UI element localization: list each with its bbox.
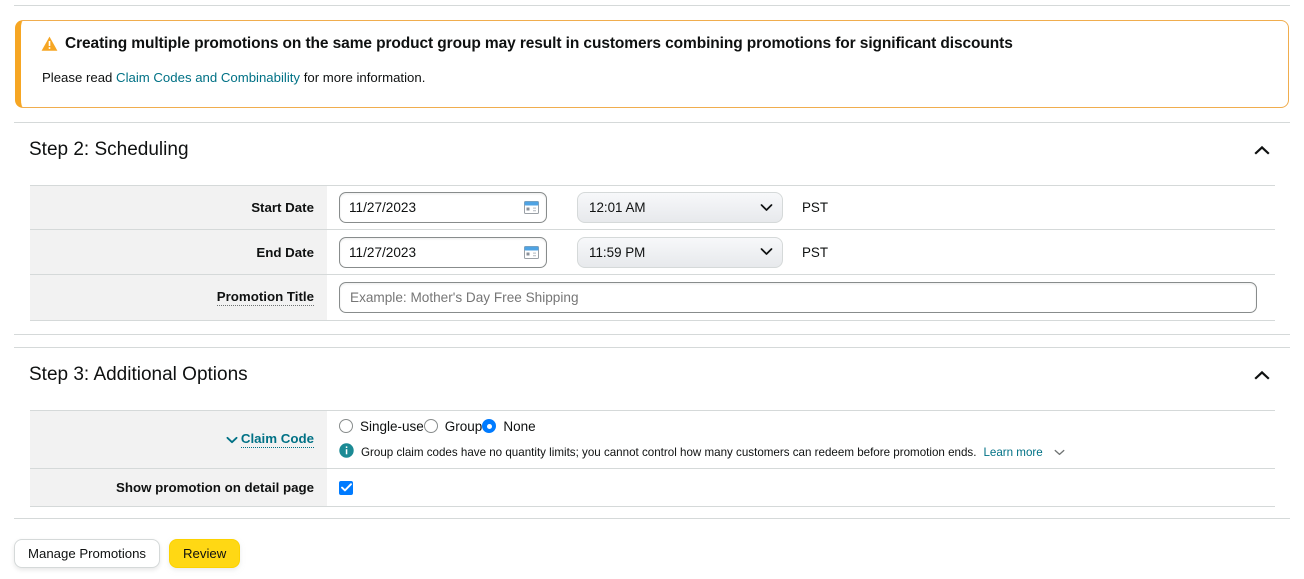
- end-date-input[interactable]: [339, 236, 547, 268]
- step2-section-header[interactable]: Step 2: Scheduling: [29, 138, 1284, 162]
- end-time-select[interactable]: 11:59 PM: [577, 236, 783, 268]
- info-circle-icon: [339, 442, 354, 462]
- end-date-field-wrap: [339, 236, 547, 268]
- claim-code-option-label: Group: [444, 418, 483, 434]
- end-date-label: End Date: [30, 230, 327, 274]
- promotion-title-row: Promotion Title: [30, 275, 1275, 320]
- claim-code-option-none[interactable]: None: [482, 418, 536, 434]
- claim-code-disclosure[interactable]: Claim Code: [226, 431, 314, 448]
- claim-code-option-label: None: [503, 418, 536, 434]
- start-timezone-label: PST: [802, 200, 829, 215]
- divider-above-step3: [14, 347, 1290, 348]
- claim-code-controls: Single-use Group None Group claim codes …: [327, 411, 1275, 468]
- radio-icon[interactable]: [423, 419, 438, 433]
- claim-code-label[interactable]: Claim Code: [30, 411, 327, 468]
- step2-form-table: Start Date 11/27/2023 12:01 AM PST End D…: [30, 185, 1275, 321]
- start-date-controls: 12:01 AM PST: [327, 186, 1275, 229]
- warning-triangle-icon: [41, 36, 58, 57]
- start-date-input[interactable]: [339, 192, 547, 223]
- warning-alert: Creating multiple promotions on the same…: [15, 20, 1289, 108]
- claim-code-option-single-use[interactable]: Single-use: [339, 419, 424, 434]
- step3-form-table: Claim Code Single-use Group None Group c…: [30, 410, 1275, 507]
- promotion-form-page: Creating multiple promotions on the same…: [0, 0, 1304, 579]
- start-date-label: Start Date: [30, 186, 327, 229]
- footer-actions: Manage Promotions Review: [14, 539, 241, 568]
- divider-below-step2: [14, 334, 1290, 335]
- claim-code-info-text: Group claim codes have no quantity limit…: [361, 445, 977, 459]
- step2-title: Step 2: Scheduling: [29, 139, 189, 160]
- radio-icon[interactable]: [339, 419, 353, 433]
- start-date-row: Start Date 11/27/2023 12:01 AM PST: [30, 186, 1275, 230]
- claim-code-option-label: Single-use: [360, 418, 424, 434]
- chevron-down-icon[interactable]: [1054, 445, 1065, 460]
- claim-code-info-note: Group claim codes have no quantity limit…: [339, 442, 1065, 462]
- claim-code-label-text: Claim Code: [240, 431, 314, 448]
- chevron-down-icon: [226, 432, 238, 447]
- chevron-up-icon[interactable]: [1253, 366, 1271, 384]
- claim-code-row: Claim Code Single-use Group None Group c…: [30, 411, 1275, 469]
- promotion-title-input[interactable]: [339, 282, 1257, 313]
- show-on-detail-row: Show promotion on detail page: [30, 469, 1275, 506]
- warning-alert-title: Creating multiple promotions on the same…: [65, 35, 1013, 52]
- warning-alert-subtext-prefix: Please read: [42, 70, 117, 85]
- end-time-select-wrap: 11:59 PM: [547, 236, 783, 268]
- end-timezone-label: PST: [802, 244, 829, 260]
- start-date-field-wrap: [339, 192, 547, 223]
- start-time-select[interactable]: 12:01 AM: [577, 192, 783, 223]
- review-button[interactable]: Review: [169, 539, 241, 568]
- radio-icon-selected[interactable]: [482, 419, 497, 433]
- claim-codes-combinability-link[interactable]: Claim Codes and Combinability: [116, 70, 300, 85]
- claim-code-radio-group: Single-use Group None: [339, 419, 536, 434]
- warning-alert-subtext-suffix: for more information.: [300, 70, 426, 85]
- promotion-title-label: Promotion Title: [30, 275, 327, 320]
- show-on-detail-controls: [327, 469, 1275, 506]
- top-divider: [14, 5, 1290, 6]
- divider-above-footer: [14, 518, 1290, 519]
- manage-promotions-button[interactable]: Manage Promotions: [14, 539, 161, 568]
- divider-above-step2: [14, 122, 1290, 123]
- warning-alert-subtext: Please read Claim Codes and Combinabilit…: [42, 69, 1270, 87]
- promotion-title-label-text: Promotion Title: [216, 289, 314, 306]
- end-date-controls: 11:59 PM PST: [327, 230, 1275, 274]
- promotion-title-controls: [327, 275, 1275, 320]
- start-time-select-wrap: 12:01 AM: [547, 192, 783, 223]
- claim-code-option-group[interactable]: Group: [423, 418, 483, 434]
- show-on-detail-label: Show promotion on detail page: [30, 469, 327, 506]
- step3-section-header[interactable]: Step 3: Additional Options: [29, 363, 1284, 387]
- step3-title: Step 3: Additional Options: [29, 364, 248, 385]
- end-date-row: End Date 11/27/2023 11:59 PM PST: [30, 230, 1275, 275]
- warning-alert-header: Creating multiple promotions on the same…: [41, 34, 1270, 57]
- learn-more-link[interactable]: Learn more: [983, 445, 1042, 460]
- chevron-up-icon[interactable]: [1253, 141, 1271, 159]
- show-on-detail-checkbox[interactable]: [339, 480, 353, 495]
- checkmark-icon: [340, 483, 352, 492]
